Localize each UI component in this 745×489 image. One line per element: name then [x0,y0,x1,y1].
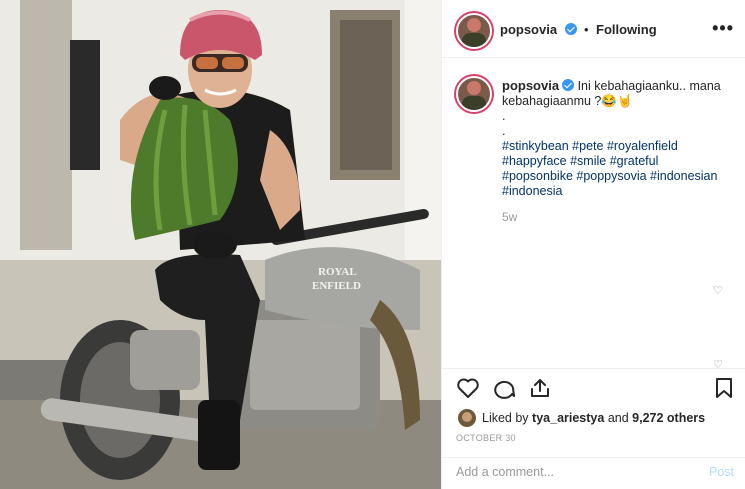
header-username[interactable]: popsovia [500,22,557,37]
likes-summary: Liked by tya_ariestya and 9,272 others [458,409,705,427]
post-header: popsovia • Following ••• [442,0,745,58]
liked-by-user[interactable]: tya_ariestya [532,411,604,425]
post-comment-button[interactable]: Post [709,465,734,479]
separator-dot: • [583,22,589,37]
svg-text:ROYAL: ROYAL [318,266,357,278]
likes-count[interactable]: 9,272 others [632,411,705,425]
post-date: October 30 [456,433,516,443]
liker-avatar [458,409,476,427]
following-button[interactable]: Following [596,22,657,37]
more-icon[interactable]: ••• [712,18,734,39]
post-photo[interactable]: ROYAL ENFIELD [0,0,441,489]
caption-dot: . [502,124,506,138]
verified-icon [562,79,575,91]
liked-and: and [607,411,629,425]
bookmark-icon[interactable] [714,377,734,404]
comment-input[interactable] [456,465,676,479]
actions-section: Liked by tya_ariestya and 9,272 others O… [442,368,745,487]
post-side-panel: popsovia • Following ••• popsovia Ini ke… [441,0,745,489]
comment-like-heart-icon[interactable]: ♡ [713,284,723,297]
caption: popsovia Ini kebahagiaanku.. mana kebaha… [502,78,727,199]
share-icon[interactable] [528,377,552,404]
heart-icon[interactable] [456,377,480,404]
caption-avatar[interactable] [456,76,492,112]
liked-by-prefix: Liked by [482,411,529,425]
verified-icon [564,23,577,35]
comment-icon[interactable] [492,377,516,404]
caption-username[interactable]: popsovia [502,78,559,93]
caption-time: 5w [502,210,518,224]
avatar[interactable] [456,13,492,49]
caption-hashtags[interactable]: #stinkybean #pete #royalenfield #happyfa… [502,139,717,198]
svg-text:ENFIELD: ENFIELD [312,280,361,292]
caption-dot: . [502,109,506,123]
header-user-line: popsovia • Following [500,21,657,39]
photo-illustration: ROYAL ENFIELD [0,0,441,489]
comment-bar: Post [442,457,745,488]
